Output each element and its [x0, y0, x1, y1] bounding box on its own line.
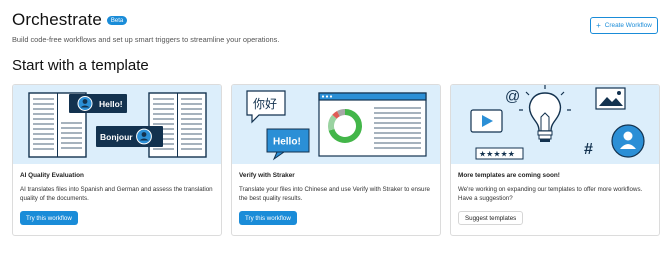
- bubble-chinese: 你好: [253, 97, 277, 111]
- try-workflow-button[interactable]: Try this workflow: [20, 211, 78, 225]
- star-rating-icon: ★★★★★: [475, 147, 524, 160]
- template-card-ai-quality: Hello! Bonjour AI Quality Evaluation AI …: [12, 84, 222, 236]
- page-subtitle: Build code-free workflows and set up sma…: [12, 35, 280, 44]
- plus-icon: +: [596, 20, 601, 30]
- bubble-hello: Hello!: [273, 137, 301, 148]
- hashtag-icon: #: [584, 141, 593, 158]
- lightbulb-icon: [519, 85, 571, 142]
- create-workflow-label: Create Workflow: [604, 22, 652, 29]
- card-description: AI translates files into Spanish and Ger…: [20, 186, 213, 202]
- card-title: AI Quality Evaluation: [20, 172, 84, 179]
- document-icon: [148, 92, 207, 158]
- coming-soon-illustration: @ ★★★★★ #: [451, 85, 659, 164]
- card-description: Translate your files into Chinese and us…: [239, 186, 430, 202]
- suggest-templates-button[interactable]: Suggest templates: [458, 211, 524, 225]
- image-icon: [595, 87, 626, 110]
- user-avatar-icon: [611, 124, 645, 158]
- speech-bubble-icon: 你好: [246, 90, 286, 124]
- beta-badge: Beta: [106, 15, 128, 25]
- card-title: Verify with Straker: [239, 172, 295, 179]
- speech-bubble-icon: Hello!: [266, 128, 310, 161]
- page-title: Orchestrate: [12, 10, 102, 29]
- template-card-verify-straker: 你好 Hello! Verify with Straker Translate …: [231, 84, 441, 236]
- create-workflow-button[interactable]: + Create Workflow: [590, 17, 658, 34]
- bubble-hello: Hello!: [99, 99, 123, 109]
- svg-text:★★★★★: ★★★★★: [479, 150, 515, 159]
- ai-quality-illustration: Hello! Bonjour: [13, 85, 221, 164]
- try-workflow-button[interactable]: Try this workflow: [239, 211, 297, 225]
- template-card-coming-soon: @ ★★★★★ # More templates are coming soon…: [450, 84, 660, 236]
- dashboard-window-icon: [318, 92, 427, 157]
- card-description: We're working on expanding our templates…: [458, 186, 643, 202]
- at-sign-icon: @: [505, 88, 520, 105]
- speech-bubble-icon: Bonjour: [96, 126, 163, 147]
- speech-bubble-icon: Hello!: [69, 94, 127, 113]
- page-header: Orchestrate Beta Build code-free workflo…: [12, 10, 658, 44]
- card-title: More templates are coming soon!: [458, 172, 560, 179]
- bubble-bonjour: Bonjour: [100, 132, 133, 142]
- video-play-icon: [470, 109, 503, 133]
- section-title: Start with a template: [12, 57, 149, 74]
- verify-straker-illustration: 你好 Hello!: [232, 85, 440, 164]
